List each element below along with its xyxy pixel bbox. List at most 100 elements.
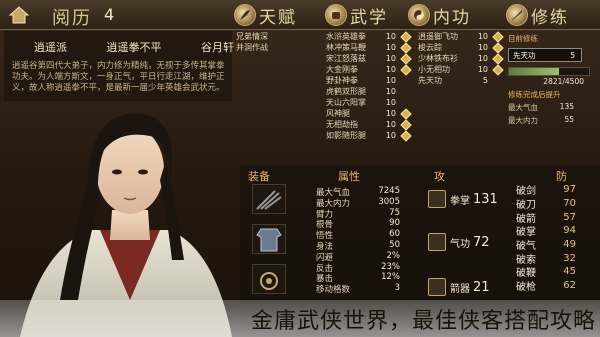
caption-text: 金庸武侠世界，最佳侠客搭配攻略 bbox=[250, 309, 596, 334]
attribute-key: 臂力 bbox=[316, 209, 334, 220]
home-icon[interactable] bbox=[7, 3, 31, 27]
attribute-value: 60 bbox=[389, 229, 400, 240]
attribute-key: 最大气血 bbox=[316, 188, 351, 198]
skill-name: 风神腿 bbox=[326, 109, 350, 118]
weapon-slot[interactable] bbox=[252, 184, 286, 214]
sect-tag: 逍遥派 bbox=[34, 41, 67, 54]
tab-martial[interactable]: 武学 bbox=[325, 3, 388, 28]
skill-level: 10 bbox=[385, 54, 396, 63]
martial-row[interactable]: 水浒英雄拳 10 bbox=[326, 30, 414, 43]
diamond-icon bbox=[492, 52, 504, 65]
martial-row[interactable]: 野卦神拳 10 bbox=[326, 75, 414, 86]
inner-row[interactable]: 少林铁布衫 10 bbox=[418, 52, 506, 65]
attribute-value: 50 bbox=[389, 239, 400, 250]
title-tag: 逍遥拳不平 bbox=[106, 41, 162, 54]
inner-row[interactable]: 小无相功 10 bbox=[418, 63, 506, 76]
attribute-value: 23% bbox=[381, 261, 400, 272]
top-bar: 阅历 4 天赋 武学 内功 修练 bbox=[0, 0, 600, 30]
defense-value: 32 bbox=[563, 252, 576, 264]
defense-row: 破剑 97 bbox=[516, 183, 596, 197]
martial-row[interactable]: 林冲策马鞭 10 bbox=[326, 41, 414, 54]
tab-practice[interactable]: 修练 bbox=[506, 3, 569, 28]
attribute-value: 3 bbox=[394, 283, 400, 294]
practice-complete-label: 修练完成后提升 bbox=[508, 90, 561, 99]
current-practice-select[interactable]: 先天功 5 bbox=[508, 48, 582, 62]
attribute-key: 身法 bbox=[316, 241, 334, 252]
attack-value: 131 bbox=[473, 191, 498, 207]
diamond-icon bbox=[400, 41, 412, 54]
skill-level: 10 bbox=[477, 65, 488, 74]
attribute-row: 暴击 12% bbox=[316, 272, 406, 284]
equipment-header: 装备 bbox=[248, 170, 270, 183]
talent-item[interactable]: 井洞作战 bbox=[236, 42, 316, 53]
martial-row[interactable]: 宋江怒落兹 10 bbox=[326, 52, 414, 65]
bio-text: 逍遥谷第四代大弟子，内力修为精纯，无视于多传其掌拳功夫。为人端方斯文，一身正气，… bbox=[12, 61, 225, 93]
skill-level: 10 bbox=[385, 120, 396, 129]
practice-panel: 目前修练 先天功 5 2821/4500 修练完成后提升 最大气血 135 最大内… bbox=[508, 31, 598, 131]
practice-progress-fill bbox=[509, 68, 560, 75]
defense-row: 破鞭 45 bbox=[516, 265, 596, 279]
skill-name: 少林铁布衫 bbox=[418, 54, 458, 63]
tab-inner-label: 内功 bbox=[433, 7, 471, 28]
fist-icon bbox=[428, 190, 446, 208]
defense-value: 97 bbox=[563, 184, 576, 196]
bonus-value: 135 bbox=[559, 102, 574, 111]
attack-header: 攻 bbox=[434, 170, 445, 183]
martial-row[interactable]: 大金刚拳 10 bbox=[326, 63, 414, 76]
diamond-icon bbox=[400, 118, 412, 131]
defense-row: 破掌 94 bbox=[516, 224, 596, 238]
tab-practice-label: 修练 bbox=[531, 7, 569, 28]
skill-level: 10 bbox=[385, 65, 396, 74]
attribute-key: 反击 bbox=[316, 263, 334, 274]
martial-row[interactable]: 虎鹤双形腿 10 bbox=[326, 86, 414, 97]
tab-inner[interactable]: 内功 bbox=[408, 3, 471, 28]
defense-header: 防 bbox=[556, 170, 567, 183]
bonus-key: 最大内力 bbox=[508, 116, 538, 125]
skill-name: 野卦神拳 bbox=[326, 76, 358, 85]
identity-tags: 逍遥派 逍遥拳不平 谷月轩 bbox=[34, 39, 234, 55]
diamond-icon bbox=[400, 63, 412, 76]
character-screen: 阅历 4 天赋 武学 内功 修练 逍遥派 逍遥拳不平 谷月轩 逍遥谷第四代大弟子… bbox=[0, 0, 600, 337]
attribute-row: 反击 23% bbox=[316, 261, 406, 274]
yin-yang-icon bbox=[408, 4, 430, 26]
current-practice-label: 目前修练 bbox=[508, 34, 538, 43]
diamond-icon bbox=[492, 63, 504, 76]
attribute-header: 属性 bbox=[338, 170, 360, 183]
defense-value: 49 bbox=[563, 239, 576, 251]
attribute-row: 移动格数 3 bbox=[316, 283, 406, 296]
dart-icon bbox=[428, 278, 446, 296]
skill-name: 林冲策马鞭 bbox=[326, 43, 366, 52]
martial-row[interactable]: 无相劫指 10 bbox=[326, 118, 414, 131]
attack-row-hidden-weapon[interactable]: 箭器 21 bbox=[428, 276, 500, 298]
fist-icon bbox=[325, 4, 347, 26]
sword-icon bbox=[506, 4, 528, 26]
diamond-icon bbox=[400, 52, 412, 65]
inner-row[interactable]: 先天功 5 bbox=[418, 75, 506, 86]
skill-level: 10 bbox=[385, 131, 396, 140]
skill-name: 无相劫指 bbox=[326, 120, 358, 129]
skill-level: 10 bbox=[477, 54, 488, 63]
attribute-key: 悟性 bbox=[316, 231, 334, 242]
skill-level: 10 bbox=[385, 76, 396, 85]
skill-name: 宋江怒落兹 bbox=[326, 54, 366, 63]
martial-row[interactable]: 天山六阳掌 10 bbox=[326, 97, 414, 108]
talent-item[interactable]: 兄弟情深 bbox=[236, 31, 316, 42]
inner-row[interactable]: 逍遥御飞功 10 bbox=[418, 30, 506, 43]
attack-row-fist[interactable]: 拳掌 131 bbox=[428, 188, 500, 210]
tab-talent[interactable]: 天赋 bbox=[234, 3, 297, 28]
skill-name: 如影随形腿 bbox=[326, 131, 366, 140]
attribute-row: 身法 50 bbox=[316, 239, 406, 252]
armor-slot[interactable] bbox=[252, 224, 286, 254]
skill-level: 10 bbox=[385, 109, 396, 118]
attribute-key: 移动格数 bbox=[316, 285, 351, 296]
accessory-slot[interactable] bbox=[252, 264, 286, 294]
skill-level: 10 bbox=[477, 32, 488, 41]
martial-row[interactable]: 风神腿 10 bbox=[326, 107, 414, 120]
attribute-row: 闪避 2% bbox=[316, 251, 406, 263]
attack-row-qigong[interactable]: 气功 72 bbox=[428, 231, 500, 253]
attribute-value: 75 bbox=[389, 207, 400, 218]
inner-row[interactable]: 梭云踪 10 bbox=[418, 41, 506, 54]
inner-skill-list: 逍遥御飞功 10 梭云踪 10 少林铁布衫 10 小无相功 10 先天功 5 bbox=[418, 30, 506, 86]
skill-name: 小无相功 bbox=[418, 65, 450, 74]
martial-row[interactable]: 如影随形腿 10 bbox=[326, 129, 414, 142]
